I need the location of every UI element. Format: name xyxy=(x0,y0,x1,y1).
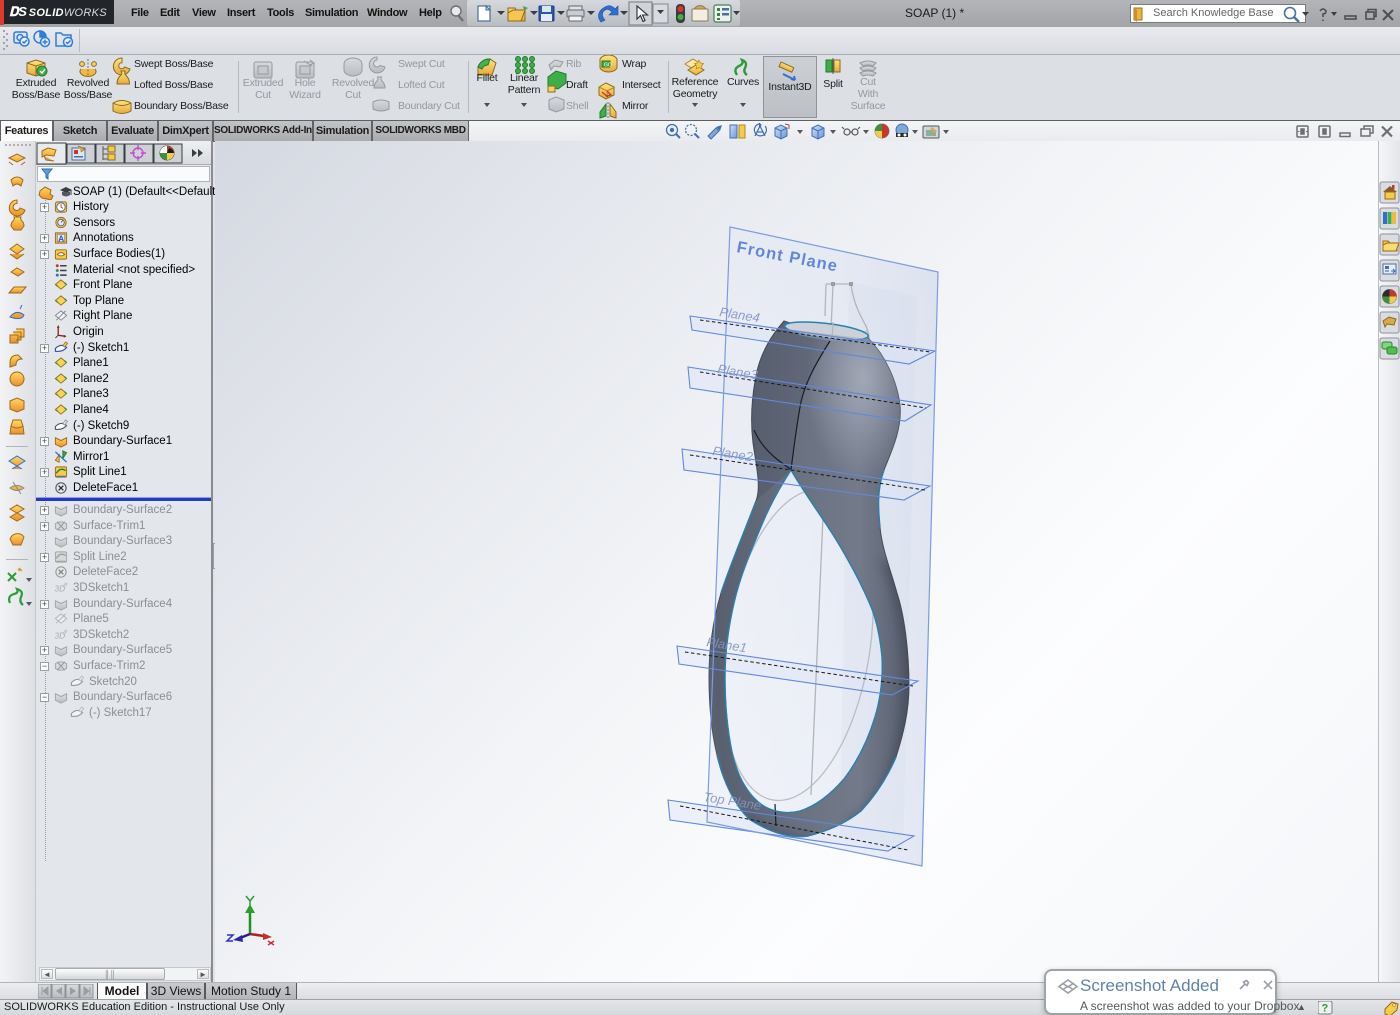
svg-text:GO: GO xyxy=(604,63,612,69)
svg-text:?: ? xyxy=(1322,1003,1329,1015)
